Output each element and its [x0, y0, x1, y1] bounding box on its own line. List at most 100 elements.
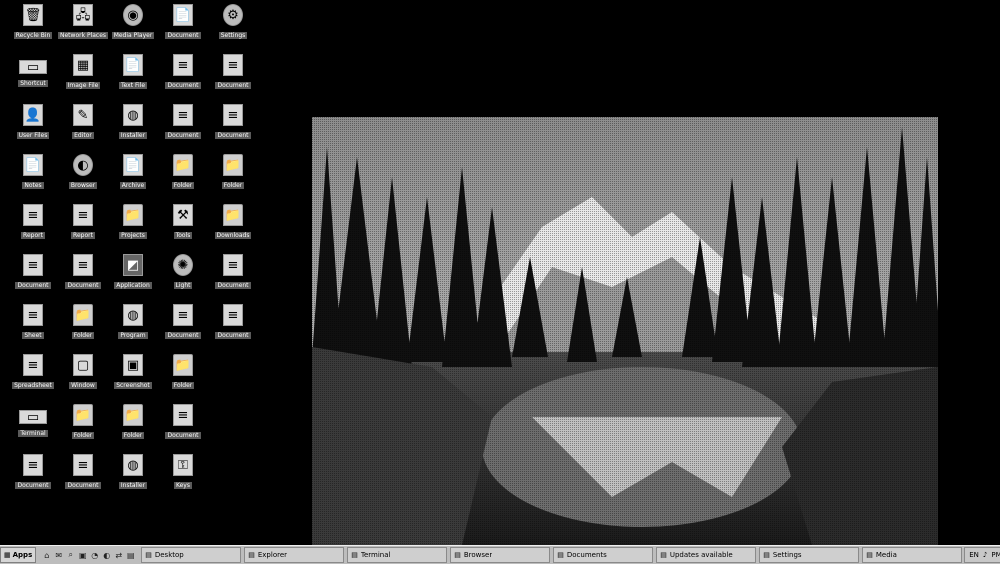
desktop-icon[interactable]: ◩ Application: [108, 250, 158, 296]
quick-launch-icon[interactable]: ▤: [126, 551, 135, 560]
desktop-icon[interactable]: ✺ Light: [158, 250, 208, 296]
desktop-icon[interactable]: 📄 Document: [158, 0, 208, 46]
quick-launch-icon[interactable]: ⌂: [42, 551, 51, 560]
desktop-icon-area: 🗑 Recycle Bin 🖧 Network Places ◉ Media Player…: [0, 0, 300, 545]
desktop-icon-glyph-icon: ≡: [23, 254, 43, 276]
desktop-icon[interactable]: 🗑 Recycle Bin: [8, 0, 58, 46]
quick-launch-icon[interactable]: ✉: [54, 551, 63, 560]
desktop-icon-label: Document: [65, 282, 101, 289]
desktop-icon-label: Installer: [118, 132, 148, 139]
desktop-icon[interactable]: ◍ Program: [108, 300, 158, 346]
desktop-icon[interactable]: 📄 Text File: [108, 50, 158, 96]
desktop-icon[interactable]: ≡ Document: [58, 450, 108, 496]
quick-launch-icon[interactable]: ⇄: [114, 551, 123, 560]
system-tray: EN ♪ PM: [964, 547, 1000, 563]
desktop-icon[interactable]: ≡ Document: [158, 300, 208, 346]
desktop-icon-glyph-icon: ≡: [173, 54, 193, 76]
taskbar-button-label: Browser: [463, 551, 493, 559]
desktop-icon[interactable]: ✎ Editor: [58, 100, 108, 146]
desktop-icon[interactable]: ⚒ Tools: [158, 200, 208, 246]
desktop-icon-label: Document: [215, 332, 251, 339]
desktop-icon[interactable]: 📁 Downloads: [208, 200, 258, 246]
desktop-icon-glyph-icon: 📁: [73, 404, 93, 426]
desktop-icon[interactable]: ≡ Report: [8, 200, 58, 246]
desktop-icon[interactable]: ≡ Report: [58, 200, 108, 246]
desktop-icon[interactable]: 📁 Folder: [58, 300, 108, 346]
desktop-icon[interactable]: ⚿ Keys: [158, 450, 208, 496]
taskbar: ▦ Apps ⌂ ✉ ⌕ ▣ ◔ ◐ ⇄ ▤ ▤ Desktop ▤ Explorer ▤ Termin…: [0, 545, 1000, 564]
desktop-icon[interactable]: 🖧 Network Places: [58, 0, 108, 46]
taskbar-button[interactable]: ▤ Explorer: [244, 547, 345, 563]
taskbar-button[interactable]: ▤ Terminal: [347, 547, 448, 563]
taskbar-button[interactable]: ▤ Updates available: [656, 547, 757, 563]
taskbar-button[interactable]: ▤ Media: [862, 547, 963, 563]
desktop-icon-label: Spreadsheet: [12, 382, 54, 389]
desktop-icon-glyph-icon: ◐: [73, 154, 93, 176]
desktop-icon[interactable]: 📁 Folder: [108, 400, 158, 446]
desktop-icon[interactable]: 📄 Archive: [108, 150, 158, 196]
desktop-icon[interactable]: ◍ Installer: [108, 450, 158, 496]
desktop-icon-glyph-icon: ≡: [173, 304, 193, 326]
desktop-icon[interactable]: ▭ Terminal: [8, 400, 58, 446]
desktop-icon[interactable]: ≡ Document: [158, 400, 208, 446]
desktop-icon[interactable]: ≡ Document: [208, 250, 258, 296]
taskbar-button[interactable]: ▤ Browser: [450, 547, 551, 563]
desktop-icon-label: Document: [165, 332, 201, 339]
desktop-icon[interactable]: ◉ Media Player: [108, 0, 158, 46]
taskbar-button[interactable]: ▤ Desktop: [141, 547, 242, 563]
desktop-icon[interactable]: 📁 Folder: [158, 150, 208, 196]
desktop-icon[interactable]: ≡ Document: [8, 250, 58, 296]
desktop-icon-label: Program: [118, 332, 148, 339]
desktop-icon-label: Sheet: [22, 332, 44, 339]
desktop-icon-glyph-icon: ✎: [73, 104, 93, 126]
quick-launch-icon[interactable]: ◐: [102, 551, 111, 560]
desktop-icon-label: Application: [114, 282, 152, 289]
desktop-icon-label: Recycle Bin: [13, 32, 53, 39]
clock[interactable]: PM: [991, 551, 1000, 559]
desktop-icon-glyph-icon: ▢: [73, 354, 93, 376]
desktop-icon-label: Tools: [173, 232, 193, 239]
taskbar-button[interactable]: ▤ Settings: [759, 547, 860, 563]
desktop-icon-label: Folder: [71, 432, 95, 439]
desktop-icon-glyph-icon: ◍: [123, 304, 143, 326]
desktop-icon[interactable]: ▢ Window: [58, 350, 108, 396]
desktop-icon-label: Notes: [22, 182, 44, 189]
desktop-icon[interactable]: ≡ Document: [158, 50, 208, 96]
desktop-icon-label: Browser: [68, 182, 98, 189]
desktop-icon-glyph-icon: ≡: [73, 454, 93, 476]
desktop-icon[interactable]: ◍ Installer: [108, 100, 158, 146]
desktop-icon-label: Network Places: [58, 32, 108, 39]
desktop-icon[interactable]: ≡ Document: [8, 450, 58, 496]
desktop-icon[interactable]: ≡ Document: [208, 50, 258, 96]
taskbar-button[interactable]: ▤ Documents: [553, 547, 654, 563]
desktop-icon-label: Downloads: [214, 232, 252, 239]
desktop-icon[interactable]: 📁 Projects: [108, 200, 158, 246]
desktop-icon[interactable]: ▣ Screenshot: [108, 350, 158, 396]
desktop-icon[interactable]: 📁 Folder: [58, 400, 108, 446]
desktop-icon[interactable]: ▭ Shortcut: [8, 50, 58, 96]
desktop-icon[interactable]: ≡ Spreadsheet: [8, 350, 58, 396]
quick-launch-icon[interactable]: ⌕: [66, 550, 75, 560]
desktop-icon[interactable]: ≡ Sheet: [8, 300, 58, 346]
desktop-icon[interactable]: 📁 Folder: [158, 350, 208, 396]
desktop-icon-glyph-icon: ✺: [173, 254, 193, 276]
desktop-icon[interactable]: ⚙ Settings: [208, 0, 258, 46]
desktop-icon-glyph-icon: 📁: [123, 404, 143, 426]
desktop-icon[interactable]: ◐ Browser: [58, 150, 108, 196]
quick-launch-icon[interactable]: ▣: [78, 551, 87, 560]
desktop-icon[interactable]: ≡ Document: [208, 100, 258, 146]
mountain-lake-picture: [312, 117, 938, 545]
desktop-icon[interactable]: 👤 User Files: [8, 100, 58, 146]
desktop-icon-label: Folder: [71, 332, 95, 339]
desktop-icon[interactable]: ≡ Document: [208, 300, 258, 346]
desktop-icon[interactable]: 📁 Folder: [208, 150, 258, 196]
desktop-icon[interactable]: ≡ Document: [58, 250, 108, 296]
desktop-icon[interactable]: ▦ Image File: [58, 50, 108, 96]
desktop-icon[interactable]: ≡ Document: [158, 100, 208, 146]
quick-launch-icon[interactable]: ◔: [90, 551, 99, 560]
volume-icon[interactable]: ♪: [983, 551, 987, 559]
start-button[interactable]: ▦ Apps: [0, 547, 37, 563]
desktop-icon-label: Document: [165, 432, 201, 439]
language-indicator[interactable]: EN: [969, 551, 979, 559]
desktop-icon[interactable]: 📄 Notes: [8, 150, 58, 196]
